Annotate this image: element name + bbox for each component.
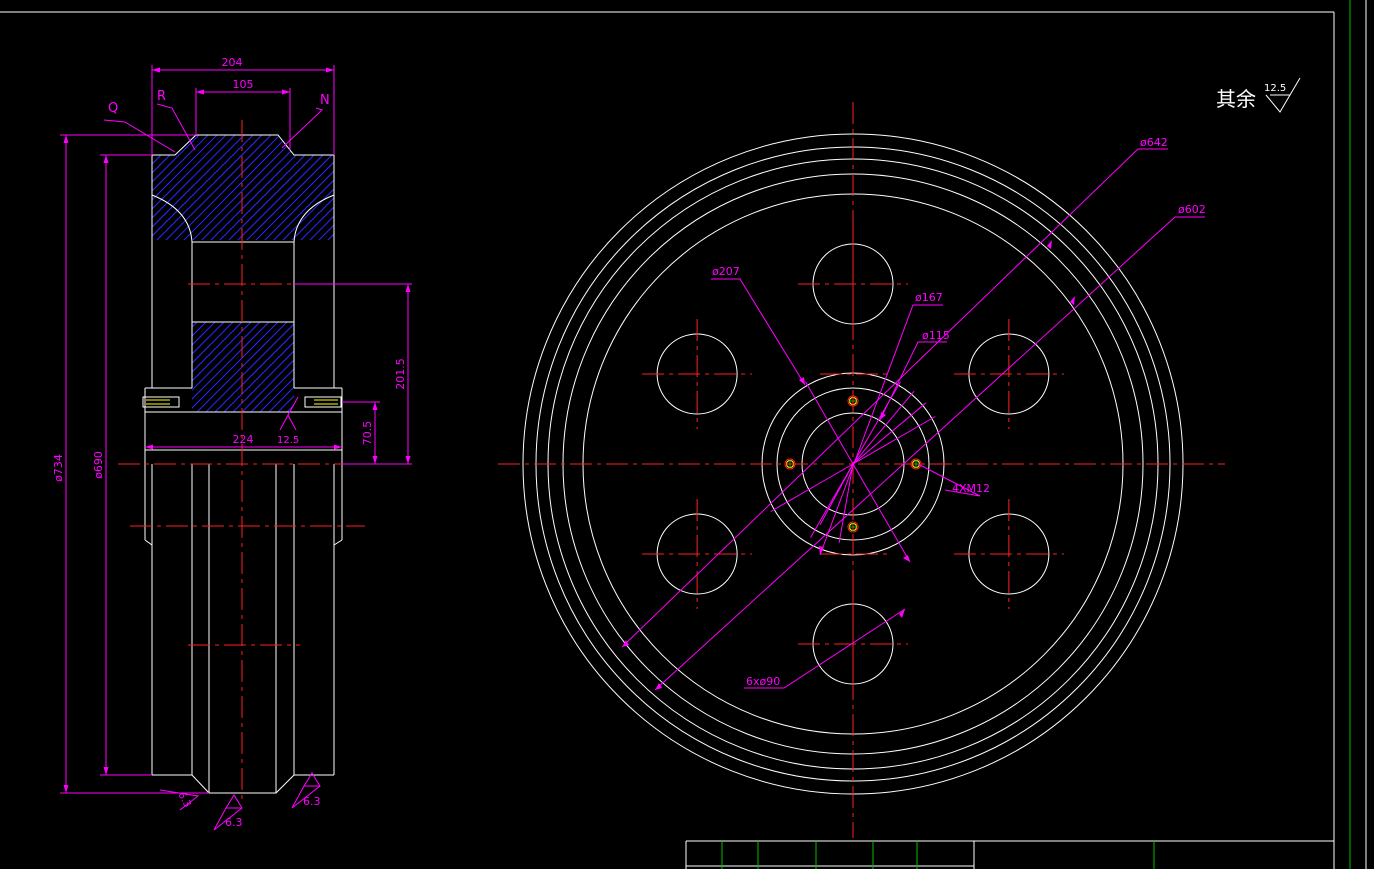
web-left-curve	[151, 194, 193, 388]
dim-width-top: 204	[222, 56, 243, 69]
dim-dia-outer: ø734	[52, 454, 65, 482]
title-block	[685, 840, 1334, 869]
dim-bolt-holes: 6xø90	[746, 675, 780, 688]
roughness-center-value: 12.5	[277, 435, 299, 446]
label-n: N	[320, 93, 330, 108]
label-r: R	[157, 89, 166, 104]
section-dimensions	[60, 65, 412, 831]
web-right-curve	[293, 194, 335, 388]
dim-hub-height: 201.5	[394, 358, 407, 390]
roughness-bottom-value: 6.3	[225, 816, 243, 829]
dim-dia-207: ø207	[712, 265, 740, 278]
dim-dia-602: ø602	[1178, 203, 1206, 216]
front-dimensions	[621, 148, 1205, 691]
dim-thread-holes: 4XM12	[952, 482, 990, 495]
section-hatch	[152, 135, 334, 412]
cad-drawing-canvas: 204 105 Q R N 201.5 70.5 224 12.5 ø734 ø…	[0, 0, 1374, 869]
dim-dia-642: ø642	[1140, 136, 1168, 149]
surface-note-roughness: 12.5	[1264, 83, 1286, 94]
surface-roughness-note: 其余 12.5	[1216, 77, 1301, 113]
section-view: 204 105 Q R N 201.5 70.5 224 12.5 ø734 ø…	[52, 56, 412, 831]
dim-dia-115: ø115	[922, 329, 950, 342]
dim-bore-width: 224	[233, 433, 254, 446]
roughness-symbol-icon	[279, 396, 299, 431]
dim-dia-167: ø167	[915, 291, 943, 304]
label-q: Q	[108, 101, 118, 116]
dim-dia-tread: ø690	[92, 451, 105, 479]
surface-note-text: 其余	[1216, 87, 1256, 111]
dim-keyway-offset: 70.5	[361, 421, 374, 446]
dim-groove-width: 105	[233, 78, 254, 91]
drawing-frame	[0, 0, 1367, 869]
roughness-right-value: 6.3	[303, 795, 321, 808]
front-view: ø642 ø602 ø207 ø167 ø115 4XM12 6xø90	[498, 102, 1225, 838]
